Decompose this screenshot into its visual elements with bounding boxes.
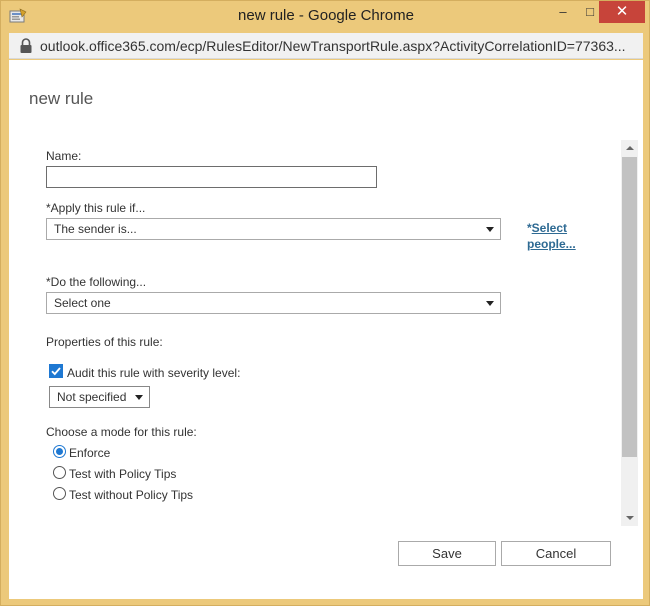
cancel-button[interactable]: Cancel [501, 541, 611, 566]
name-label: Name: [46, 149, 82, 163]
mode-option-enforce[interactable]: Enforce [69, 446, 110, 460]
mode-option-test-without-policy-tips[interactable]: Test without Policy Tips [69, 488, 193, 502]
scroll-down-arrow-icon[interactable] [621, 509, 638, 526]
select-people-line2: people... [527, 237, 576, 251]
scroll-thumb[interactable] [622, 157, 637, 457]
audit-checkbox[interactable] [49, 364, 63, 378]
page-content: new rule Name: *Apply this rule if... Th… [9, 60, 643, 599]
url-text[interactable]: outlook.office365.com/ecp/RulesEditor/Ne… [40, 38, 636, 54]
radio-test-without-policy-tips[interactable] [53, 487, 66, 500]
do-following-select[interactable]: Select one [46, 292, 501, 314]
do-following-value: Select one [54, 296, 111, 310]
chevron-down-icon [486, 227, 494, 232]
apply-rule-select[interactable]: The sender is... [46, 218, 501, 240]
chevron-down-icon [135, 395, 143, 400]
chevron-down-icon [486, 301, 494, 306]
severity-value: Not specified [57, 390, 127, 404]
page-title: new rule [29, 89, 94, 108]
select-people-line1: Select [531, 221, 568, 235]
properties-label: Properties of this rule: [46, 335, 163, 349]
browser-window: new rule - Google Chrome – □ ✕ outlook.o… [0, 0, 650, 606]
name-field[interactable] [46, 166, 377, 188]
minimize-button[interactable]: – [549, 1, 577, 23]
severity-select[interactable]: Not specified [49, 386, 150, 408]
address-bar[interactable]: outlook.office365.com/ecp/RulesEditor/Ne… [9, 33, 643, 59]
select-people-link[interactable]: *Select people... [527, 220, 576, 252]
scrollbar[interactable] [621, 140, 638, 526]
lock-icon [20, 38, 32, 53]
radio-test-with-policy-tips[interactable] [53, 466, 66, 479]
mode-option-test-with-policy-tips[interactable]: Test with Policy Tips [69, 467, 176, 481]
title-bar[interactable]: new rule - Google Chrome – □ ✕ [1, 1, 650, 33]
radio-enforce[interactable] [53, 445, 66, 458]
save-button[interactable]: Save [398, 541, 496, 566]
apply-rule-value: The sender is... [54, 222, 137, 236]
close-button[interactable]: ✕ [599, 1, 645, 23]
do-following-label: *Do the following... [46, 275, 147, 289]
mode-label: Choose a mode for this rule: [46, 425, 197, 439]
audit-label: Audit this rule with severity level: [67, 366, 241, 380]
apply-rule-label: *Apply this rule if... [46, 201, 146, 215]
scroll-up-arrow-icon[interactable] [621, 140, 638, 157]
checkmark-icon [51, 367, 61, 376]
